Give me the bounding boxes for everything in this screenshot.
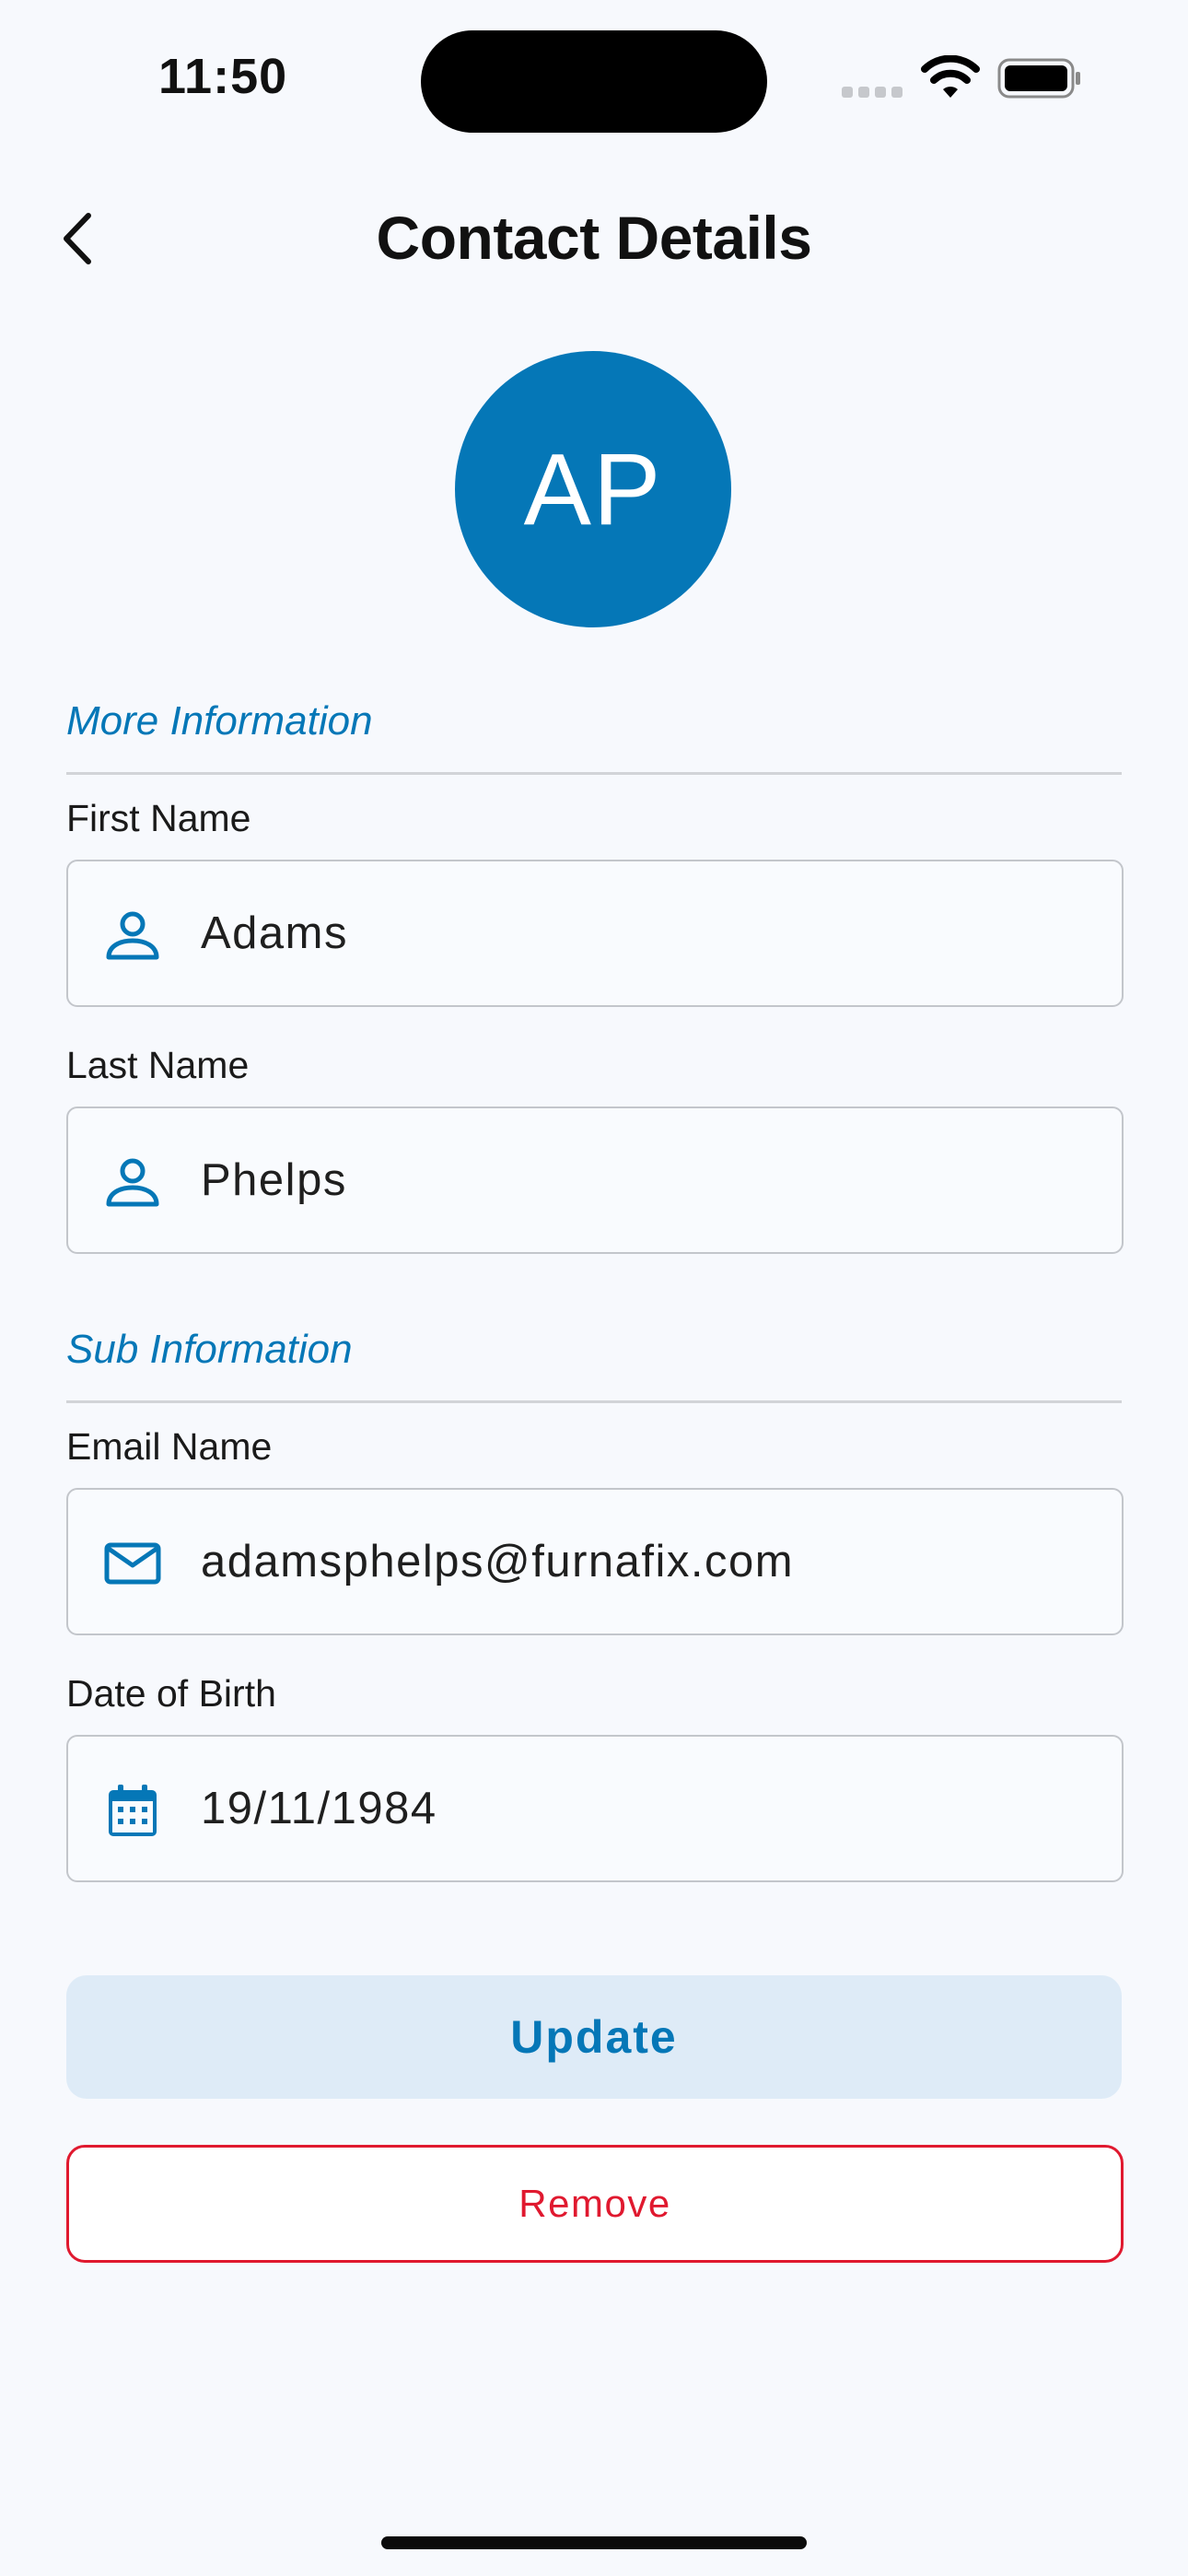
section-divider (66, 772, 1122, 775)
last-name-label: Last Name (66, 1044, 250, 1086)
avatar: AP (455, 351, 731, 627)
last-name-value: Phelps (201, 1155, 347, 1205)
dob-value: 19/11/1984 (201, 1784, 437, 1833)
page-title: Contact Details (376, 204, 812, 272)
first-name-value: Adams (201, 908, 349, 958)
person-icon (106, 911, 159, 960)
email-value: adamsphelps@furnafix.com (201, 1537, 795, 1587)
email-label: Email Name (66, 1425, 273, 1468)
section-title-more-information: More Information (66, 698, 373, 744)
envelope-icon (104, 1542, 161, 1585)
wifi-icon (921, 55, 980, 98)
dob-label: Date of Birth (66, 1672, 276, 1715)
first-name-label: First Name (66, 797, 251, 839)
status-time: 11:50 (158, 49, 288, 104)
calendar-icon (109, 1785, 157, 1836)
section-title-sub-information: Sub Information (66, 1327, 353, 1372)
section-divider (66, 1400, 1122, 1403)
last-name-field[interactable]: Phelps (66, 1107, 1124, 1254)
email-field[interactable]: adamsphelps@furnafix.com (66, 1488, 1124, 1635)
remove-button[interactable]: Remove (66, 2145, 1124, 2263)
home-indicator[interactable] (381, 2536, 807, 2549)
first-name-field[interactable]: Adams (66, 860, 1124, 1007)
dynamic-island (421, 30, 767, 133)
person-icon (106, 1158, 159, 1207)
avatar-initials: AP (523, 432, 663, 546)
dob-field[interactable]: 19/11/1984 (66, 1735, 1124, 1882)
battery-icon (997, 58, 1080, 99)
update-button[interactable]: Update (66, 1975, 1122, 2099)
